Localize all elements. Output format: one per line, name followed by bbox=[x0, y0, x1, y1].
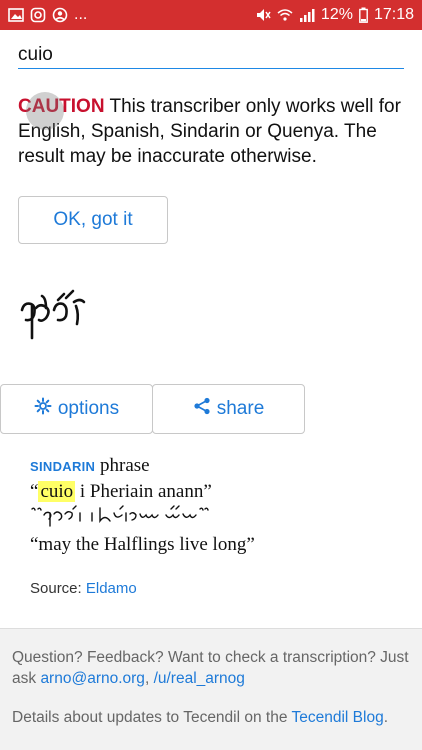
source-label: Source: bbox=[30, 580, 82, 597]
share-button[interactable]: share bbox=[152, 384, 305, 434]
account-icon bbox=[52, 7, 68, 23]
email-link[interactable]: arno@arno.org bbox=[40, 670, 145, 687]
phrase-rest: i Pheriain anann” bbox=[75, 481, 212, 502]
tengwar-transcription bbox=[20, 289, 86, 340]
wifi-icon bbox=[277, 7, 293, 23]
status-bar-right: 12% 17:18 bbox=[255, 6, 414, 24]
source-line: Source: Eldamo bbox=[30, 580, 137, 597]
image-icon bbox=[8, 7, 24, 23]
reddit-link[interactable]: /u/real_arnog bbox=[154, 670, 245, 687]
notifications-ellipsis: ... bbox=[74, 6, 88, 23]
footer-details: Details about updates to Tecendil on the… bbox=[12, 707, 410, 728]
footer-separator: , bbox=[144, 670, 150, 687]
options-label: options bbox=[57, 398, 120, 419]
language-tag[interactable]: SINDARIN bbox=[30, 459, 95, 474]
options-button[interactable]: options bbox=[0, 384, 153, 434]
status-bar: ... 12% 17:18 bbox=[0, 0, 422, 30]
battery-percent: 12% bbox=[320, 6, 353, 23]
footer-end: . bbox=[383, 709, 389, 726]
ok-got-it-button[interactable]: OK, got it bbox=[18, 196, 168, 244]
phrase-tengwar bbox=[31, 505, 209, 527]
blog-link[interactable]: Tecendil Blog bbox=[292, 709, 384, 726]
highlighted-word: cuio bbox=[38, 481, 76, 502]
phrase-translation: “may the Halflings live long” bbox=[30, 534, 255, 555]
instagram-icon bbox=[30, 7, 46, 23]
touch-ripple bbox=[26, 92, 64, 130]
footer-details-text: Details about updates to Tecendil on the bbox=[12, 709, 288, 726]
footer-contact: Question? Feedback? Want to check a tran… bbox=[12, 647, 410, 689]
clock: 17:18 bbox=[373, 6, 414, 23]
phrase-card: SINDARIN phrase “cuio i Pheriain anann” … bbox=[30, 454, 410, 558]
share-label: share bbox=[216, 398, 265, 419]
status-bar-left: ... bbox=[8, 6, 87, 24]
signal-icon bbox=[299, 7, 315, 23]
footer: Question? Feedback? Want to check a tran… bbox=[0, 628, 422, 750]
share-icon bbox=[193, 397, 211, 421]
phrase-original: “cuio i Pheriain anann” bbox=[30, 479, 410, 505]
search-input[interactable]: cuio bbox=[18, 42, 404, 69]
eldamo-link[interactable]: Eldamo bbox=[86, 580, 137, 597]
phrase-type: phrase bbox=[100, 455, 150, 476]
phrase-header: SINDARIN phrase bbox=[30, 454, 410, 479]
mute-icon bbox=[255, 7, 271, 23]
caution-banner: CAUTION This transcriber only works well… bbox=[18, 94, 408, 169]
battery-icon bbox=[359, 7, 368, 23]
gear-icon bbox=[34, 397, 52, 421]
